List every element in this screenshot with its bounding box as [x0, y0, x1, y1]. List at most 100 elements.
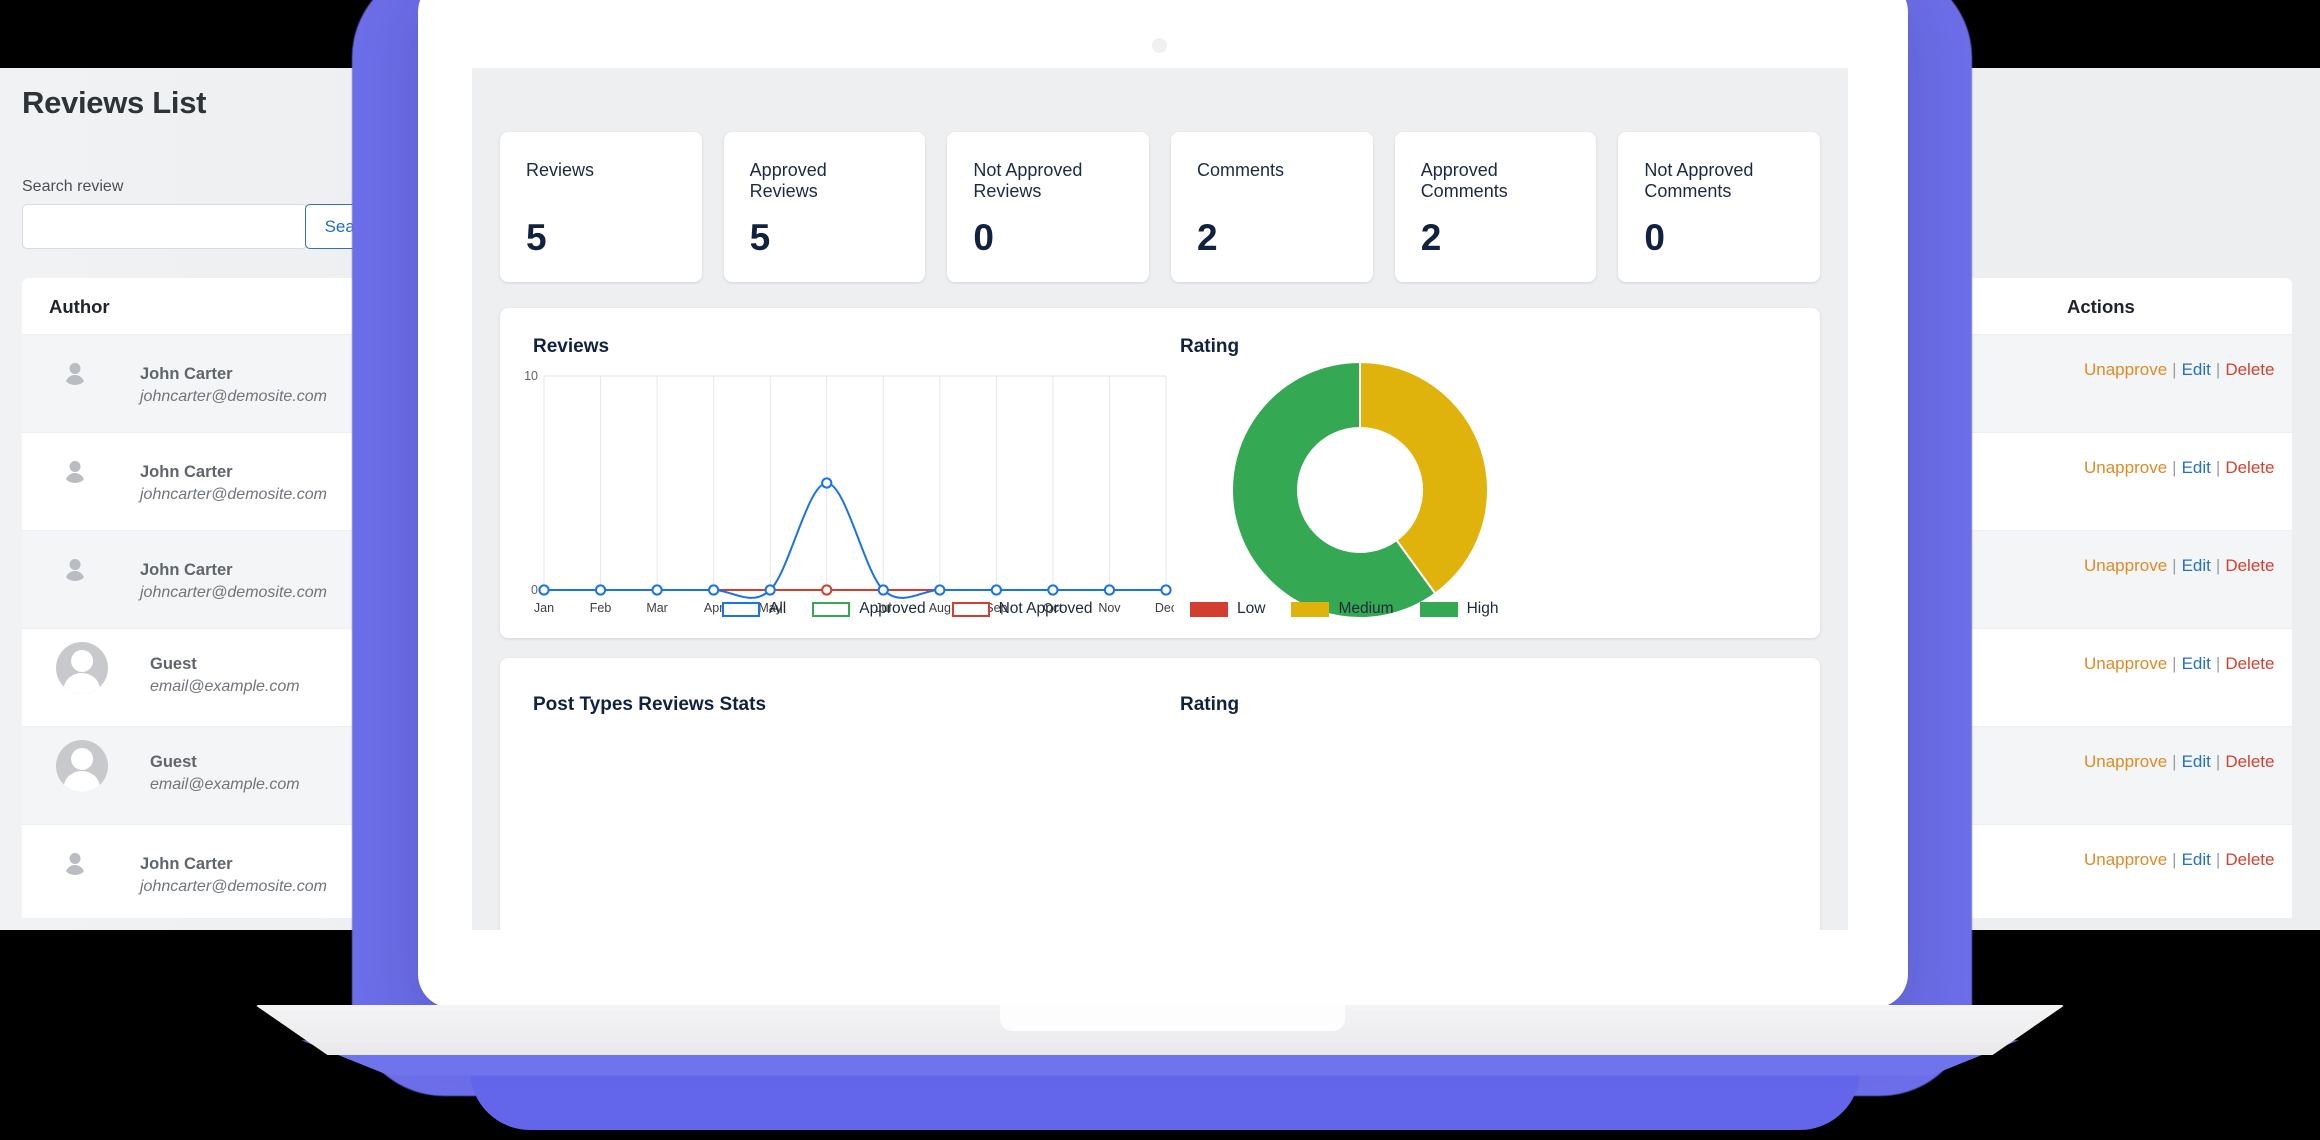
page-title: Reviews List	[22, 85, 207, 120]
edit-link[interactable]: Edit	[2182, 752, 2211, 771]
laptop-screen: Reviews 5 Approved Reviews 5 Not Approved Re…	[472, 68, 1848, 930]
secondary-charts-panel: Post Types Reviews Stats Rating	[500, 658, 1820, 930]
review-author-name: John Carter	[140, 463, 233, 481]
review-author-email: johncarter@demosite.com	[140, 878, 327, 895]
search-input[interactable]	[22, 204, 307, 249]
legend-item-medium[interactable]: Medium	[1291, 600, 1394, 618]
svg-text:Nov: Nov	[1098, 601, 1121, 615]
column-header-author: Author	[49, 296, 110, 317]
post-types-reviews-stats-title: Post Types Reviews Stats	[533, 694, 767, 715]
legend-swatch-icon	[1291, 601, 1330, 617]
delete-link[interactable]: Delete	[2225, 850, 2274, 869]
legend-item-all[interactable]: All	[722, 600, 786, 618]
stat-value: 2	[1420, 217, 1442, 258]
stat-label: Not Approved Reviews	[973, 160, 1083, 201]
unapprove-link[interactable]: Unapprove	[2084, 752, 2167, 771]
rating-donut-chart[interactable]	[1160, 358, 1610, 628]
rating-chart-legend[interactable]: Low Medium High	[1190, 600, 1498, 618]
legend-swatch-icon	[951, 601, 990, 617]
review-author-name: John Carter	[140, 561, 233, 579]
stat-cards: Reviews 5 Approved Reviews 5 Not Approved Re…	[500, 132, 1821, 282]
stat-label: Comments	[1197, 160, 1285, 180]
avatar	[56, 740, 108, 792]
avatar	[56, 642, 108, 694]
reviews-line-chart[interactable]: 100JanFebMarAprMayJunJulAugSepOctNovDec	[514, 364, 1174, 624]
svg-text:Mar: Mar	[646, 601, 668, 615]
legend-item-low[interactable]: Low	[1190, 600, 1265, 618]
svg-text:Feb: Feb	[590, 601, 612, 615]
laptop-base-notch	[1000, 1005, 1345, 1031]
delete-link[interactable]: Delete	[2225, 752, 2274, 771]
rating-chart-title: Rating	[1180, 336, 1240, 357]
legend-swatch-icon	[812, 601, 851, 617]
review-author-email: johncarter@demosite.com	[140, 388, 327, 405]
review-author-name: Guest	[150, 655, 197, 673]
stat-card-not-approved-reviews: Not Approved Reviews 0	[947, 132, 1150, 282]
legend-label: High	[1466, 600, 1499, 617]
svg-text:Jan: Jan	[534, 601, 554, 615]
stat-card-comments: Comments 2	[1171, 132, 1373, 282]
edit-link[interactable]: Edit	[2182, 654, 2211, 673]
dashboard: Reviews 5 Approved Reviews 5 Not Approved Re…	[472, 68, 1848, 930]
review-author-email: email@example.com	[150, 776, 300, 793]
stat-label: Approved Comments	[1420, 160, 1508, 201]
review-author-name: John Carter	[140, 365, 233, 383]
avatar	[62, 359, 88, 385]
review-author-email: johncarter@demosite.com	[140, 486, 327, 503]
edit-link[interactable]: Edit	[2182, 850, 2211, 869]
avatar	[62, 849, 88, 875]
legend-label: Low	[1237, 600, 1266, 617]
legend-swatch-icon	[722, 601, 760, 617]
row-actions[interactable]: Unapprove | Edit | Delete	[2084, 850, 2274, 870]
screenshot-stage: Reviews List Search review Search Author…	[0, 0, 2320, 1140]
delete-link[interactable]: Delete	[2225, 458, 2274, 477]
charts-panel: Reviews Rating 100JanFebMarAprMayJunJulA…	[500, 308, 1820, 638]
stat-card-approved-reviews: Approved Reviews 5	[723, 132, 926, 282]
avatar	[62, 555, 88, 581]
delete-link[interactable]: Delete	[2225, 556, 2274, 575]
review-author-name: John Carter	[140, 855, 233, 873]
delete-link[interactable]: Delete	[2225, 654, 2274, 673]
legend-label: Approved	[859, 600, 926, 617]
svg-text:10: 10	[524, 369, 538, 383]
legend-item-not-approved[interactable]: Not Approved	[951, 600, 1093, 618]
review-author-name: Guest	[150, 753, 197, 771]
legend-label: Not Approved	[998, 600, 1093, 617]
unapprove-link[interactable]: Unapprove	[2084, 654, 2167, 673]
edit-link[interactable]: Edit	[2182, 458, 2211, 477]
svg-text:Apr: Apr	[704, 601, 723, 615]
stat-value: 0	[1644, 217, 1665, 258]
delete-link[interactable]: Delete	[2225, 360, 2274, 379]
legend-label: All	[769, 600, 787, 617]
stat-value: 5	[526, 217, 547, 258]
unapprove-link[interactable]: Unapprove	[2084, 458, 2167, 477]
search-label: Search review	[22, 178, 124, 195]
row-actions[interactable]: Unapprove | Edit | Delete	[2084, 654, 2274, 674]
legend-item-high[interactable]: High	[1419, 600, 1499, 618]
column-header-actions: Actions	[2067, 296, 2135, 317]
stat-card-approved-comments: Approved Comments 2	[1394, 132, 1597, 282]
unapprove-link[interactable]: Unapprove	[2084, 360, 2167, 379]
row-actions[interactable]: Unapprove | Edit | Delete	[2084, 556, 2274, 576]
row-actions[interactable]: Unapprove | Edit | Delete	[2084, 458, 2274, 478]
row-actions[interactable]: Unapprove | Edit | Delete	[2084, 360, 2274, 380]
stat-value: 5	[749, 217, 771, 258]
legend-item-approved[interactable]: Approved	[812, 600, 926, 618]
unapprove-link[interactable]: Unapprove	[2084, 850, 2167, 869]
svg-text:0: 0	[531, 583, 538, 597]
webcam-icon	[1152, 38, 1167, 53]
stat-label: Not Approved Comments	[1644, 160, 1754, 201]
stat-label: Reviews	[526, 160, 595, 180]
unapprove-link[interactable]: Unapprove	[2084, 556, 2167, 575]
edit-link[interactable]: Edit	[2182, 360, 2211, 379]
stat-value: 2	[1197, 217, 1218, 258]
reviews-chart-legend[interactable]: All Approved Not Approved	[722, 600, 1093, 618]
legend-label: Medium	[1338, 600, 1394, 617]
stat-card-not-approved-comments: Not Approved Comments 0	[1618, 132, 1821, 282]
avatar	[62, 457, 88, 483]
edit-link[interactable]: Edit	[2182, 556, 2211, 575]
review-author-email: email@example.com	[150, 678, 300, 695]
reviews-chart-title: Reviews	[533, 336, 610, 357]
row-actions[interactable]: Unapprove | Edit | Delete	[2084, 752, 2274, 772]
review-author-email: johncarter@demosite.com	[140, 584, 327, 601]
